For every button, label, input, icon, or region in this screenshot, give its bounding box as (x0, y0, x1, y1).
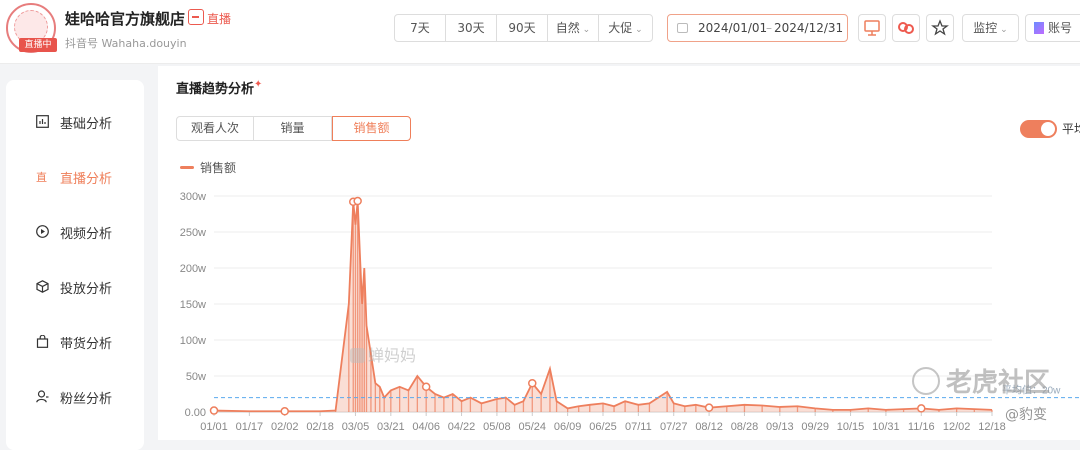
sidebar-item-live[interactable]: 直 直播分析 (6, 162, 144, 192)
sidebar-item-label: 视频分析 (60, 227, 113, 242)
data-point-marker (528, 378, 537, 388)
x-tick-label: 02/18 (306, 421, 334, 433)
x-tick-label: 08/12 (695, 421, 723, 433)
shop-tag-label: 直播 (207, 12, 232, 26)
x-tick-label: 09/29 (801, 421, 829, 433)
x-tick-label: 07/27 (660, 421, 688, 433)
tiger-logo-icon (912, 367, 940, 395)
bar-chart-icon (36, 115, 49, 128)
sidebar: 基础分析 直 直播分析 视频分析 投放分析 带货分析 粉丝分析 (6, 80, 144, 450)
x-tick-label: 10/15 (837, 421, 865, 433)
sidebar-item-label: 基础分析 (60, 117, 113, 132)
data-point-marker (209, 406, 219, 415)
top-header: 直播中 娃哈哈官方旗舰店 直播 抖音号 Wahaha.douyin 7天 30天… (0, 0, 1080, 64)
promo-dropdown-label: 大促 (608, 21, 633, 35)
account-label: 账号 (1048, 21, 1073, 35)
x-tick-label: 04/06 (412, 421, 440, 433)
y-tick-label: 300w (180, 191, 206, 203)
chanmama-logo-icon (350, 348, 365, 363)
sidebar-item-label: 直播分析 (60, 172, 113, 187)
y-tick-label: 150w (180, 299, 206, 311)
x-tick-label: 05/08 (483, 421, 511, 433)
y-tick-label: 200w (180, 263, 206, 275)
monitor-icon (864, 20, 880, 36)
sidebar-item-label: 粉丝分析 (60, 392, 113, 407)
laohu-watermark: 老虎社区 (912, 362, 1050, 399)
live-icon: 直 (36, 170, 47, 183)
data-point-marker (704, 403, 714, 412)
sidebar-item-fans[interactable]: 粉丝分析 (6, 382, 144, 412)
x-tick-label: 03/21 (377, 421, 405, 433)
monitor-dropdown-label: 监控 (973, 21, 998, 35)
date-end: 2024/12/31 (774, 21, 844, 35)
x-tick-label: 02/02 (271, 421, 299, 433)
user-watermark: @豹变 (1005, 407, 1047, 423)
date-range-picker[interactable]: 2024/01/01 – 2024/12/31 (667, 14, 848, 42)
promo-dropdown[interactable]: 大促 ⌄ (598, 14, 653, 42)
sidebar-item-basic[interactable]: 基础分析 (6, 107, 144, 137)
sidebar-item-sales[interactable]: 带货分析 (6, 327, 144, 357)
screen-button[interactable] (858, 14, 886, 42)
y-tick-label: 100w (180, 335, 206, 347)
y-tick-label: 250w (180, 227, 206, 239)
x-tick-label: 06/09 (554, 421, 582, 433)
chevron-down-icon: ⌄ (997, 25, 1008, 35)
x-tick-label: 11/16 (908, 421, 935, 433)
play-icon (36, 225, 49, 238)
chanmama-watermark-text: 蝉妈妈 (368, 346, 417, 365)
monitor-dropdown[interactable]: 监控 ⌄ (962, 14, 1019, 42)
data-point-marker (421, 382, 431, 392)
natural-dropdown[interactable]: 自然 ⌄ (547, 14, 599, 42)
series-line (213, 200, 993, 413)
svg-text:直: 直 (36, 170, 47, 183)
chevron-down-icon: ⌄ (632, 25, 643, 35)
x-tick-label: 12/02 (943, 421, 971, 433)
sidebar-item-ads[interactable]: 投放分析 (6, 272, 144, 302)
favorite-button[interactable] (926, 14, 954, 42)
sidebar-item-video[interactable]: 视频分析 (6, 217, 144, 247)
x-tick-label: 06/25 (589, 421, 617, 433)
chanmama-watermark: 蝉妈妈 (350, 342, 416, 366)
x-tick-label: 08/28 (731, 421, 759, 433)
shop-name[interactable]: 娃哈哈官方旗舰店 (65, 8, 185, 29)
calendar-icon (677, 23, 688, 33)
x-tick-label: 07/11 (625, 421, 652, 433)
sidebar-item-label: 投放分析 (60, 282, 113, 297)
y-tick-label: 0.00 (185, 407, 206, 419)
live-badge: 直播中 (19, 38, 57, 52)
date-separator: – (766, 21, 772, 35)
bag-icon (36, 335, 49, 348)
star-icon (931, 19, 949, 36)
x-tick-label: 05/24 (519, 421, 547, 433)
account-button[interactable]: 账号 (1025, 14, 1080, 42)
natural-dropdown-label: 自然 (555, 21, 580, 35)
x-tick-label: 12/18 (978, 421, 1006, 433)
series-area (214, 201, 992, 412)
x-tick-label: 04/22 (448, 421, 476, 433)
data-point-marker (353, 196, 362, 206)
x-tick-label: 03/05 (342, 421, 370, 433)
account-logo-icon (1034, 22, 1044, 34)
cube-icon (36, 280, 49, 293)
x-tick-label: 01/17 (236, 421, 264, 433)
range-90d-button[interactable]: 90天 (496, 14, 548, 42)
data-point-marker (917, 404, 926, 413)
chevron-down-icon: ⌄ (579, 25, 591, 35)
fans-icon (36, 390, 49, 403)
range-7d-button[interactable]: 7天 (394, 14, 446, 42)
range-30d-button[interactable]: 30天 (445, 14, 497, 42)
x-tick-label: 09/13 (766, 421, 794, 433)
analysis-button[interactable] (892, 14, 920, 42)
y-tick-label: 50w (186, 371, 206, 383)
date-start: 2024/01/01 (698, 21, 768, 35)
data-point-marker (280, 407, 289, 416)
shop-tag-icon (188, 9, 204, 25)
douyin-id: 抖音号 Wahaha.douyin (65, 37, 187, 50)
laohu-watermark-text: 老虎社区 (946, 368, 1051, 398)
x-tick-label: 10/31 (872, 421, 900, 433)
sidebar-item-label: 带货分析 (60, 337, 113, 352)
x-tick-label: 01/01 (200, 421, 228, 433)
shuffle-icon (898, 22, 914, 34)
